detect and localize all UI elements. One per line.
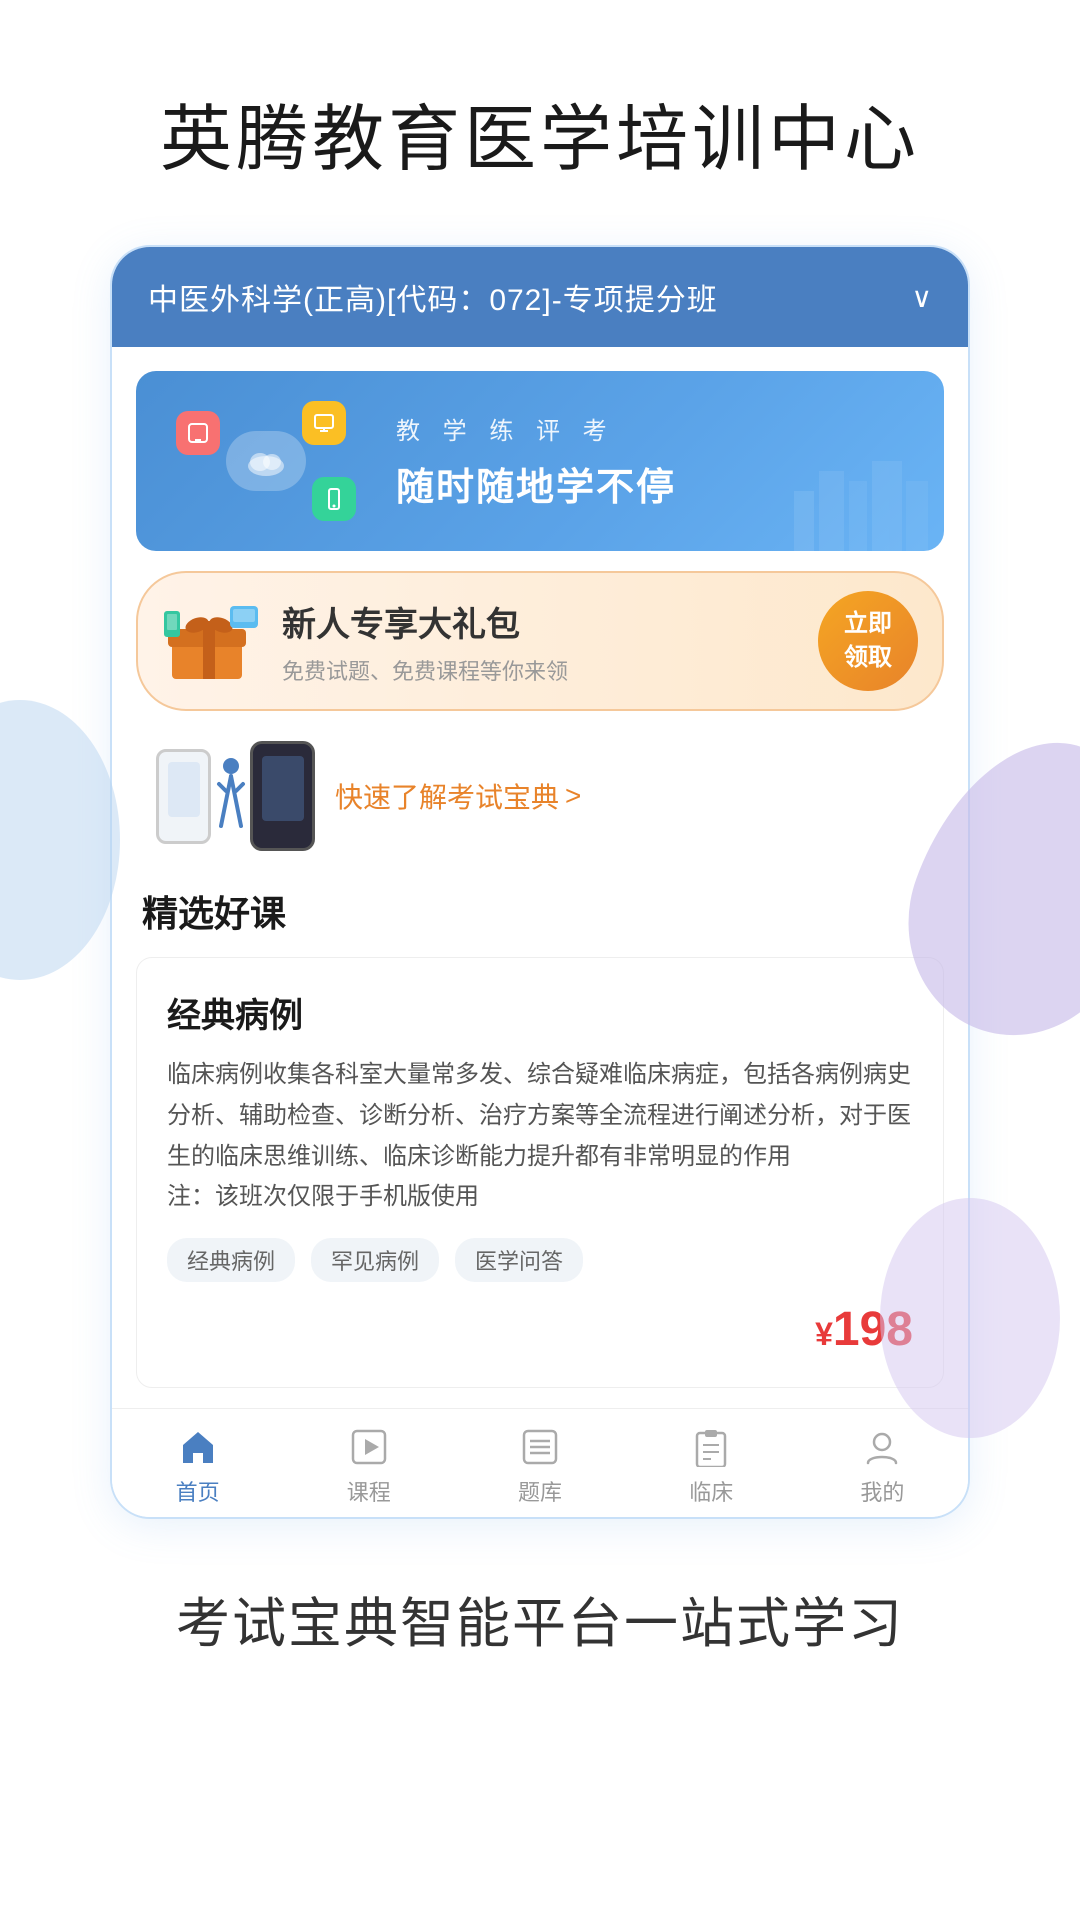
bottom-nav: 首页 课程 xyxy=(112,1408,968,1517)
exam-promo-area[interactable]: 快速了解考试宝典 > xyxy=(136,731,944,861)
course-price: ¥198 xyxy=(167,1302,913,1357)
tablet-icon xyxy=(176,411,220,455)
nav-questions-label: 题库 xyxy=(518,1475,562,1507)
nav-clinical-label: 临床 xyxy=(689,1475,733,1507)
play-icon xyxy=(345,1425,393,1469)
banner: 教 学 练 评 考 随时随地学不停 xyxy=(136,371,944,551)
exam-phones-illustration xyxy=(156,741,315,851)
course-selector-label: 中医外科学(正高)[代码：072]-专项提分班 xyxy=(148,275,718,319)
gift-subtitle: 免费试题、免费课程等你来领 xyxy=(282,654,818,686)
nav-courses[interactable]: 课程 xyxy=(283,1425,454,1507)
nav-courses-label: 课程 xyxy=(347,1475,391,1507)
phone-card: 中医外科学(正高)[代码：072]-专项提分班 ∨ xyxy=(110,245,970,1519)
banner-illustration xyxy=(136,371,396,551)
course-tag-2: 罕见病例 xyxy=(311,1238,439,1282)
home-icon xyxy=(174,1425,222,1469)
exam-promo-arrow-icon: > xyxy=(565,780,581,812)
bottom-tagline: 考试宝典智能平台一站式学习 xyxy=(136,1519,944,1738)
course-card[interactable]: 经典病例 临床病例收集各科室大量常多发、综合疑难临床病症，包括各病例病史分析、辅… xyxy=(136,957,944,1388)
list-icon xyxy=(516,1425,564,1469)
nav-questions[interactable]: 题库 xyxy=(454,1425,625,1507)
chevron-down-icon: ∨ xyxy=(912,281,933,314)
gift-text: 新人专享大礼包 免费试题、免费课程等你来领 xyxy=(282,597,818,686)
selected-courses-title: 精选好课 xyxy=(112,885,968,957)
cloud-icon xyxy=(226,431,306,491)
course-tag-1: 经典病例 xyxy=(167,1238,295,1282)
clipboard-icon xyxy=(687,1425,735,1469)
nav-home-label: 首页 xyxy=(176,1475,220,1507)
nav-clinical[interactable]: 临床 xyxy=(626,1425,797,1507)
device-icon xyxy=(312,477,356,521)
gift-banner[interactable]: 新人专享大礼包 免费试题、免费课程等你来领 立即 领取 xyxy=(136,571,944,711)
monitor-icon xyxy=(302,401,346,445)
course-card-title: 经典病例 xyxy=(167,988,913,1037)
course-card-description: 临床病例收集各科室大量常多发、综合疑难临床病症，包括各病例病史分析、辅助检查、诊… xyxy=(167,1055,913,1218)
app-title: 英腾教育医学培训中心 xyxy=(120,0,960,245)
nav-home[interactable]: 首页 xyxy=(112,1425,283,1507)
user-icon xyxy=(858,1425,906,1469)
nav-profile[interactable]: 我的 xyxy=(797,1425,968,1507)
exam-promo-text: 快速了解考试宝典 xyxy=(335,776,559,816)
gift-claim-button[interactable]: 立即 领取 xyxy=(818,591,918,691)
city-decoration xyxy=(784,431,944,551)
course-tag-3: 医学问答 xyxy=(455,1238,583,1282)
gift-title: 新人专享大礼包 xyxy=(282,597,818,646)
course-tags: 经典病例 罕见病例 医学问答 xyxy=(167,1238,913,1282)
gift-illustration xyxy=(162,601,262,681)
nav-profile-label: 我的 xyxy=(860,1475,904,1507)
course-selector[interactable]: 中医外科学(正高)[代码：072]-专项提分班 ∨ xyxy=(112,247,968,347)
